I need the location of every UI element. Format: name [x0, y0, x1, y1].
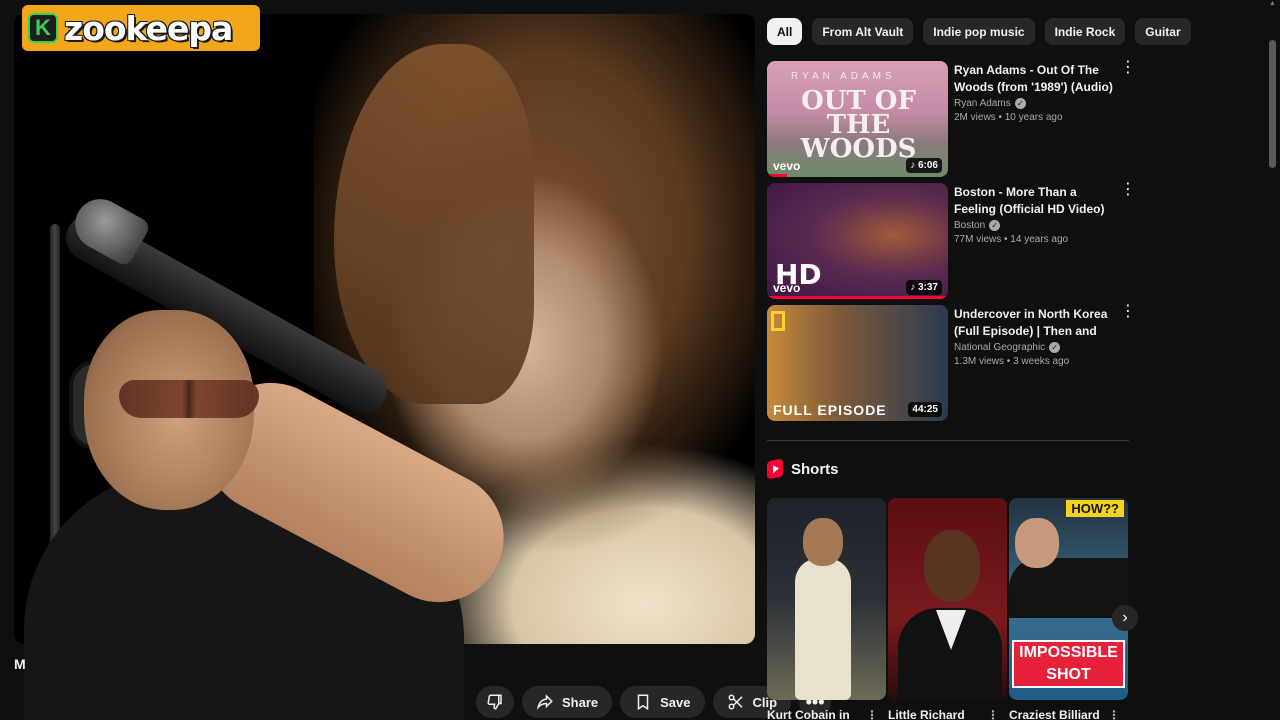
video-title-fragment: M [14, 656, 26, 672]
channel-name[interactable]: Boston ✓ [954, 220, 1113, 231]
short-item[interactable]: Little Richard ⋮ [888, 498, 1007, 720]
chip-guitar[interactable]: Guitar [1135, 18, 1191, 45]
video-title[interactable]: Ryan Adams - Out Of The Woods (from '198… [954, 62, 1113, 96]
duration-badge: ♪ 6:06 [906, 158, 942, 173]
video-title[interactable]: Undercover in North Korea (Full Episode)… [954, 306, 1113, 340]
section-divider [767, 440, 1129, 441]
short-title-row: Little Richard ⋮ [888, 708, 1007, 720]
more-vert-icon[interactable]: ⋮ [1119, 182, 1137, 299]
thumbnail-badge: HOW?? [1066, 500, 1124, 517]
channel-name[interactable]: National Geographic ✓ [954, 342, 1113, 353]
channel-label: National Geographic [954, 342, 1046, 353]
short-title[interactable]: Little Richard [888, 708, 965, 720]
recommendation-item[interactable]: RYAN ADAMS OUT OF THE WOODS vevo ♪ 6:06 … [767, 60, 1137, 177]
guitarist-head [803, 518, 843, 566]
channel-name[interactable]: Ryan Adams ✓ [954, 98, 1113, 109]
thumbnail-caption: IMPOSSIBLE SHOT [1012, 640, 1125, 688]
shorts-shelf: Kurt Cobain in ⋮ Little Richard ⋮ HOW?? … [767, 498, 1128, 720]
more-vert-icon[interactable]: ⋮ [987, 708, 999, 720]
short-title[interactable]: Craziest Billiard [1009, 708, 1100, 720]
share-button[interactable]: Share [522, 686, 613, 718]
video-stats: 77M views • 14 years ago [954, 234, 1069, 245]
duration-badge: ♪ 3:37 [906, 280, 942, 295]
guitarist-figure [795, 558, 851, 700]
nat-geo-logo [771, 311, 785, 331]
watch-progress-bar [767, 174, 787, 177]
share-label: Share [562, 694, 599, 710]
video-title[interactable]: Boston - More Than a Feeling (Official H… [954, 184, 1113, 218]
verified-icon: ✓ [1049, 342, 1061, 353]
video-stats: 1.3M views • 3 weeks ago [954, 356, 1070, 367]
scroll-up-icon[interactable]: ▲ [1269, 0, 1277, 8]
chip-from-alt-vault[interactable]: From Alt Vault [812, 18, 914, 45]
page-scrollbar[interactable] [1269, 40, 1276, 168]
thumbnail-text: FULL EPISODE [773, 402, 887, 418]
chip-all[interactable]: All [767, 18, 803, 45]
share-icon [536, 694, 553, 710]
short-item[interactable]: HOW?? IMPOSSIBLE SHOT Craziest Billiard … [1009, 498, 1128, 720]
shorts-header: Shorts [767, 458, 839, 480]
sunglasses [119, 380, 259, 418]
player-head [1015, 518, 1059, 568]
verified-icon: ✓ [989, 220, 1001, 231]
more-vert-icon[interactable]: ⋮ [1119, 304, 1137, 421]
watermark-text: zookeepa [64, 8, 233, 48]
video-thumbnail[interactable]: RYAN ADAMS OUT OF THE WOODS vevo ♪ 6:06 [767, 61, 948, 177]
recommendation-item[interactable]: FULL EPISODE 44:25 Undercover in North K… [767, 304, 1137, 421]
shorts-icon [767, 458, 783, 480]
dislike-icon [487, 694, 502, 710]
chevron-right-icon: › [1122, 609, 1128, 626]
short-thumbnail[interactable] [888, 498, 1007, 700]
short-item[interactable]: Kurt Cobain in ⋮ [767, 498, 886, 720]
duration-badge: 44:25 [908, 402, 942, 417]
shorts-next-button[interactable]: › [1112, 605, 1138, 631]
bookmark-icon [637, 694, 649, 711]
video-thumbnail[interactable]: HD vevo ♪ 3:37 [767, 183, 948, 299]
vevo-logo: vevo [773, 281, 801, 295]
channel-label: Boston [954, 220, 986, 231]
thumbnail-caption: RYAN ADAMS [791, 71, 896, 82]
video-meta: Boston - More Than a Feeling (Official H… [954, 183, 1113, 299]
save-label: Save [660, 694, 691, 710]
performer-head [924, 530, 980, 602]
short-thumbnail[interactable]: HOW?? IMPOSSIBLE SHOT [1009, 498, 1128, 700]
more-vert-icon[interactable]: ⋮ [866, 708, 878, 720]
short-title-row: Kurt Cobain in ⋮ [767, 708, 886, 720]
filter-chips: All From Alt Vault Indie pop music Indie… [767, 18, 1191, 45]
save-button[interactable]: Save [620, 686, 705, 718]
thumbnail-text: OUT OF THE WOODS [800, 86, 917, 164]
short-thumbnail[interactable] [767, 498, 886, 700]
reactor-overlay [14, 300, 614, 720]
short-title[interactable]: Kurt Cobain in [767, 708, 850, 720]
dislike-button[interactable] [476, 686, 514, 718]
recommendation-item[interactable]: HD vevo ♪ 3:37 Boston - More Than a Feel… [767, 182, 1137, 299]
vevo-logo: vevo [773, 159, 801, 173]
player-body [1009, 558, 1128, 618]
video-meta: Undercover in North Korea (Full Episode)… [954, 305, 1113, 421]
chip-indie-rock[interactable]: Indie Rock [1044, 18, 1126, 45]
more-vert-icon[interactable]: ⋮ [1119, 60, 1137, 177]
channel-label: Ryan Adams [954, 98, 1011, 109]
watermark-badge: K [28, 13, 58, 43]
youtube-watch-page: K zookeepa M Share Save Clip ••• All Fro… [0, 0, 1280, 720]
short-title-row: Craziest Billiard ⋮ [1009, 708, 1128, 720]
more-vert-icon[interactable]: ⋮ [1108, 708, 1120, 720]
video-meta: Ryan Adams - Out Of The Woods (from '198… [954, 61, 1113, 177]
shorts-heading: Shorts [791, 460, 839, 478]
video-thumbnail[interactable]: FULL EPISODE 44:25 [767, 305, 948, 421]
video-stats: 2M views • 10 years ago [954, 112, 1063, 123]
watch-progress-bar [767, 296, 948, 299]
scissors-icon [728, 694, 743, 710]
chip-indie-pop-music[interactable]: Indie pop music [923, 18, 1035, 45]
channel-watermark: K zookeepa [22, 5, 260, 51]
verified-icon: ✓ [1014, 98, 1026, 109]
